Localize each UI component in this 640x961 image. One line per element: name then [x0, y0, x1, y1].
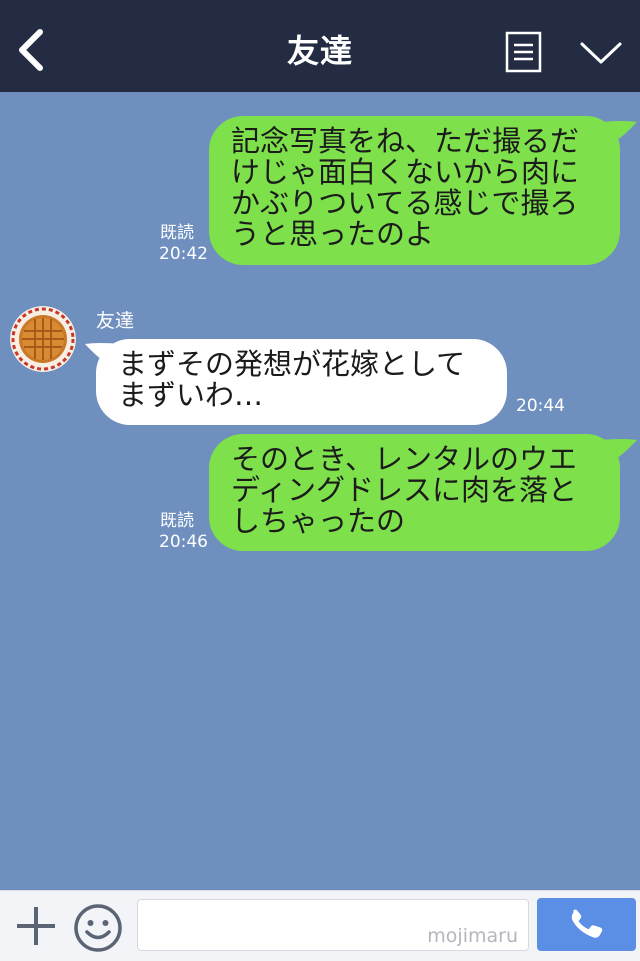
message-time: 20:46 — [159, 532, 208, 552]
message-text: まずその発想が花嫁として まずいわ… — [118, 347, 466, 412]
incoming-message-bubble[interactable]: まずその発想が花嫁として まずいわ… — [96, 339, 507, 425]
bubble-tail — [600, 439, 637, 463]
message-text: そのとき、レンタルのウエ ディングドレスに肉を落と しちゃったの — [231, 442, 577, 538]
smiley-icon — [74, 904, 122, 952]
outgoing-message-bubble[interactable]: 記念写真をね、ただ撮るだ けじゃ面白くないから肉に かぶりついてる感じで撮ろ う… — [209, 116, 620, 265]
note-menu-button[interactable] — [505, 31, 543, 73]
chevron-down-icon — [580, 42, 622, 64]
outgoing-message-bubble[interactable]: そのとき、レンタルのウエ ディングドレスに肉を落と しちゃったの — [209, 434, 620, 551]
read-receipt: 既読 — [160, 511, 194, 531]
pie-avatar-icon — [10, 306, 76, 372]
note-list-icon — [505, 31, 542, 73]
phone-icon — [571, 909, 603, 938]
dropdown-button[interactable] — [578, 36, 624, 68]
message-time: 20:42 — [159, 244, 208, 264]
call-button[interactable] — [537, 898, 636, 951]
bubble-tail — [600, 121, 637, 145]
sender-name: 友達 — [96, 310, 135, 332]
read-receipt: 既読 — [160, 223, 194, 243]
watermark: mojimaru — [427, 925, 518, 947]
message-input[interactable]: mojimaru — [137, 899, 529, 951]
add-attachment-button[interactable] — [14, 904, 58, 948]
message-time: 20:44 — [516, 396, 565, 416]
chat-title: 友達 — [286, 32, 353, 70]
avatar[interactable] — [10, 306, 76, 372]
plus-icon — [17, 907, 55, 945]
message-text: 記念写真をね、ただ撮るだ けじゃ面白くないから肉に かぶりついてる感じで撮ろ う… — [231, 124, 580, 251]
message-composer: mojimaru — [0, 890, 640, 961]
emoji-button[interactable] — [72, 902, 124, 954]
chat-header: 友達 — [0, 0, 640, 92]
